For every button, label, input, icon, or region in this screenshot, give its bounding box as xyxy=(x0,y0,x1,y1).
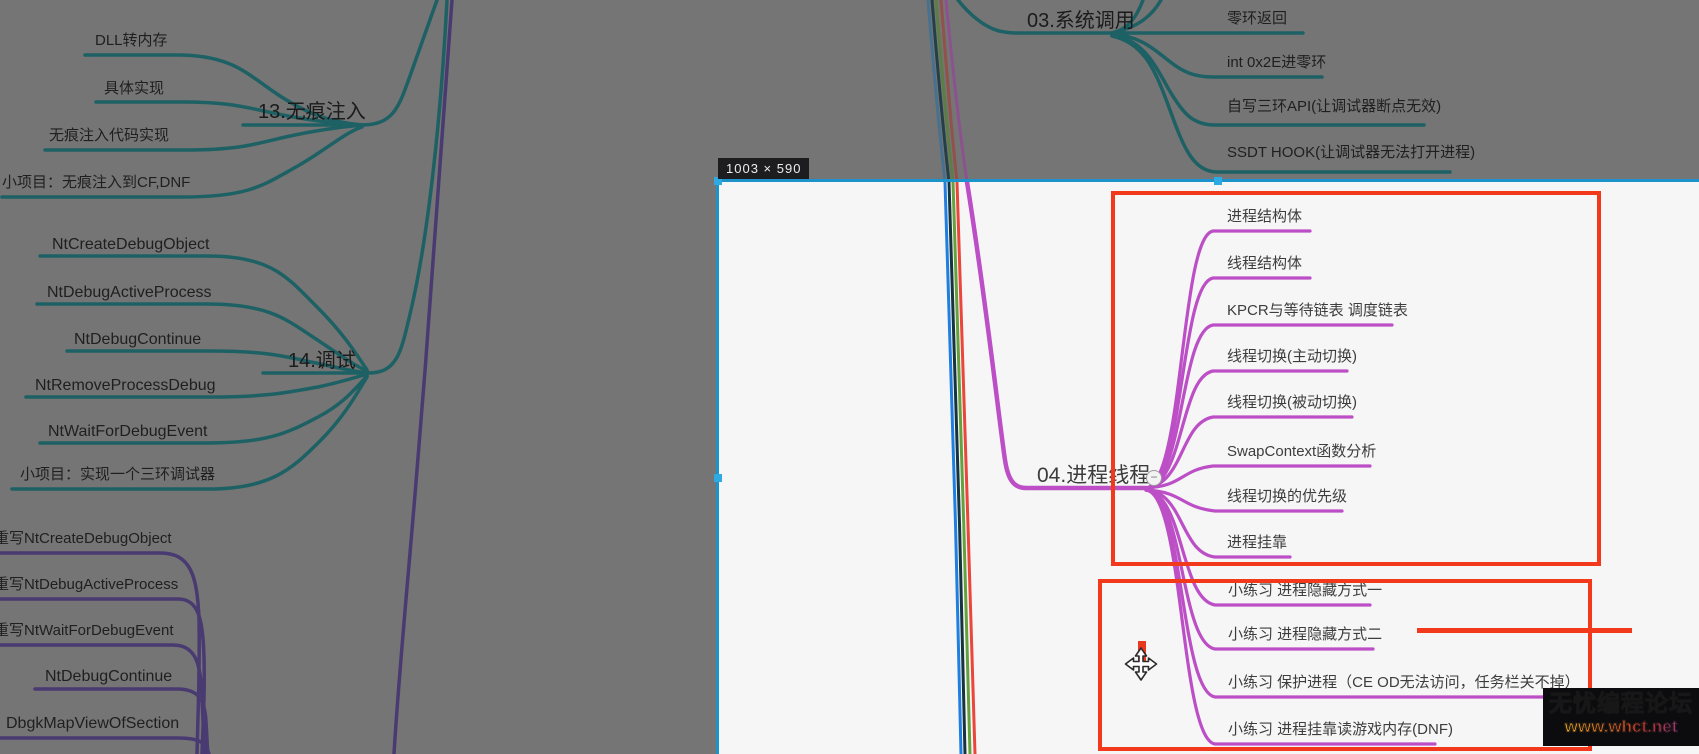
selection-border-top[interactable] xyxy=(716,179,1699,182)
topic-dbgkmapviewofsection[interactable]: DbgkMapViewOfSection xyxy=(6,714,179,733)
topic-mini-project-cf-dnf[interactable]: 小项目：无痕注入到CF,DNF xyxy=(2,174,190,192)
annotation-line xyxy=(1417,628,1632,633)
selection-size-badge: 1003 × 590 xyxy=(718,158,809,179)
move-cursor-icon xyxy=(1124,647,1158,686)
topic-ntdebugcontinue[interactable]: NtDebugContinue xyxy=(74,330,201,349)
topic-ring0-return[interactable]: 零环返回 xyxy=(1227,10,1287,28)
watermark-title: 无忧编程论坛 xyxy=(1543,690,1699,717)
selection-handle-top-mid[interactable] xyxy=(1214,177,1222,185)
topic-rewrite-ntwaitfordebugevent[interactable]: 重写NtWaitForDebugEvent xyxy=(0,622,174,640)
collapse-toggle-icon[interactable]: − xyxy=(1146,470,1162,486)
topic-mini-project-ring3-debugger[interactable]: 小项目：实现一个三环调试器 xyxy=(20,466,215,484)
topic-ntremoveprocessdebug[interactable]: NtRemoveProcessDebug xyxy=(35,376,216,395)
topic-03-syscall[interactable]: 03.系统调用 xyxy=(1027,9,1135,33)
topic-rewrite-ntcreatedebugobject[interactable]: 重写NtCreateDebugObject xyxy=(0,530,172,548)
selection-border-left[interactable] xyxy=(716,179,719,754)
topic-concrete-impl[interactable]: 具体实现 xyxy=(104,80,164,98)
topic-dll-to-memory[interactable]: DLL转内存 xyxy=(95,32,168,50)
topic-14-debug[interactable]: 14.调试 xyxy=(288,349,356,373)
topic-13-traceless-inject[interactable]: 13.无痕注入 xyxy=(258,100,366,124)
topic-rewrite-ntdebugactiveprocess[interactable]: 重写NtDebugActiveProcess xyxy=(0,576,178,594)
topic-traceless-code-impl[interactable]: 无痕注入代码实现 xyxy=(49,127,169,145)
forum-watermark-logo: 无忧编程论坛 www.whct.net xyxy=(1543,688,1699,746)
selection-handle-mid-left[interactable] xyxy=(714,474,722,482)
topic-int-0x2e[interactable]: int 0x2E进零环 xyxy=(1227,54,1326,72)
annotation-rect-exercises xyxy=(1098,579,1592,751)
annotation-rect-process-thread xyxy=(1111,191,1601,566)
topic-ssdt-hook[interactable]: SSDT HOOK(让调试器无法打开进程) xyxy=(1227,144,1475,162)
topic-custom-ring3-api[interactable]: 自写三环API(让调试器断点无效) xyxy=(1227,98,1441,116)
screenshot-capture-overlay: DLL转内存 具体实现 13.无痕注入 无痕注入代码实现 小项目：无痕注入到CF… xyxy=(0,0,1699,754)
topic-ntcreatedebugobject[interactable]: NtCreateDebugObject xyxy=(52,235,209,254)
topic-ntdebugcontinue-2[interactable]: NtDebugContinue xyxy=(45,667,172,686)
topic-ntwaitfordebugevent[interactable]: NtWaitForDebugEvent xyxy=(48,422,207,441)
watermark-url: www.whct.net xyxy=(1543,717,1699,737)
topic-ntdebugactiveprocess[interactable]: NtDebugActiveProcess xyxy=(47,283,212,302)
